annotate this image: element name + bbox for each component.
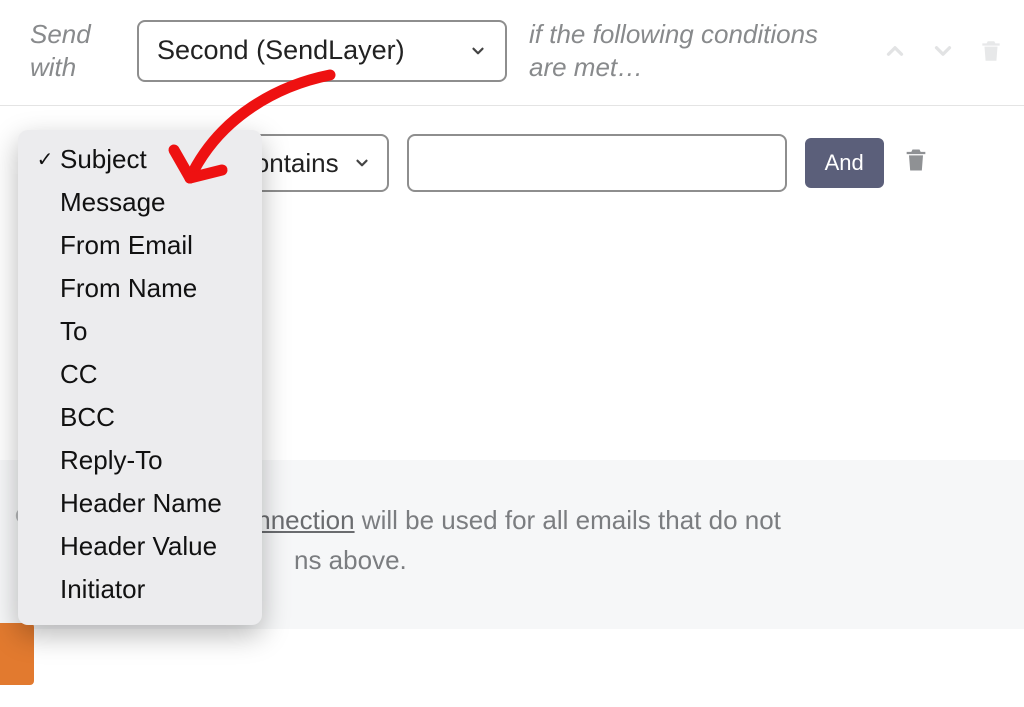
if-conditions-text: if the following conditions are met…	[529, 18, 860, 83]
field-option[interactable]: CC	[18, 353, 262, 396]
field-option[interactable]: From Name	[18, 267, 262, 310]
and-button[interactable]: And	[805, 138, 884, 188]
field-option[interactable]: Message	[18, 181, 262, 224]
connection-select-value: Second (SendLayer)	[157, 35, 405, 66]
info-suffix1: will be used for all emails that do not	[355, 505, 781, 535]
field-dropdown[interactable]: ✓Subject Message From Email From Name To CC BC…	[18, 130, 262, 625]
field-option-label: Header Name	[56, 488, 222, 519]
conditions-area: Contains And ✓SubjectMessageFrom EmailFr…	[0, 106, 1024, 192]
routing-header-actions	[882, 36, 1004, 66]
connection-select[interactable]: Second (SendLayer)	[137, 20, 507, 82]
field-option-label: Reply-To	[56, 445, 163, 476]
field-option-label: Header Value	[56, 531, 217, 562]
field-option-label: CC	[56, 359, 98, 390]
orange-strip	[0, 623, 34, 685]
field-option[interactable]: BCC	[18, 396, 262, 439]
field-option[interactable]: To	[18, 310, 262, 353]
field-option-label: Subject	[56, 144, 147, 175]
field-option[interactable]: Header Name	[18, 482, 262, 525]
field-option[interactable]: Reply-To	[18, 439, 262, 482]
trash-icon	[902, 144, 930, 176]
field-option[interactable]: From Email	[18, 224, 262, 267]
field-option-label: From Name	[56, 273, 197, 304]
delete-condition-button[interactable]	[902, 144, 930, 183]
condition-value-input[interactable]	[407, 134, 787, 192]
chevron-down-icon	[469, 42, 487, 60]
field-option-label: To	[56, 316, 87, 347]
trash-icon[interactable]	[978, 36, 1004, 66]
routing-header: Send with Second (SendLayer) if the foll…	[0, 0, 1024, 106]
field-option[interactable]: ✓Subject	[18, 138, 262, 181]
field-option-label: BCC	[56, 402, 115, 433]
send-with-label: Send with	[30, 18, 115, 83]
field-option-label: Message	[56, 187, 166, 218]
move-down-icon[interactable]	[930, 38, 956, 64]
chevron-down-icon	[353, 154, 371, 172]
move-up-icon[interactable]	[882, 38, 908, 64]
field-option[interactable]: Header Value	[18, 525, 262, 568]
field-option[interactable]: Initiator	[18, 568, 262, 611]
field-option-label: Initiator	[56, 574, 145, 605]
field-option-label: From Email	[56, 230, 193, 261]
check-icon: ✓	[34, 147, 56, 172]
